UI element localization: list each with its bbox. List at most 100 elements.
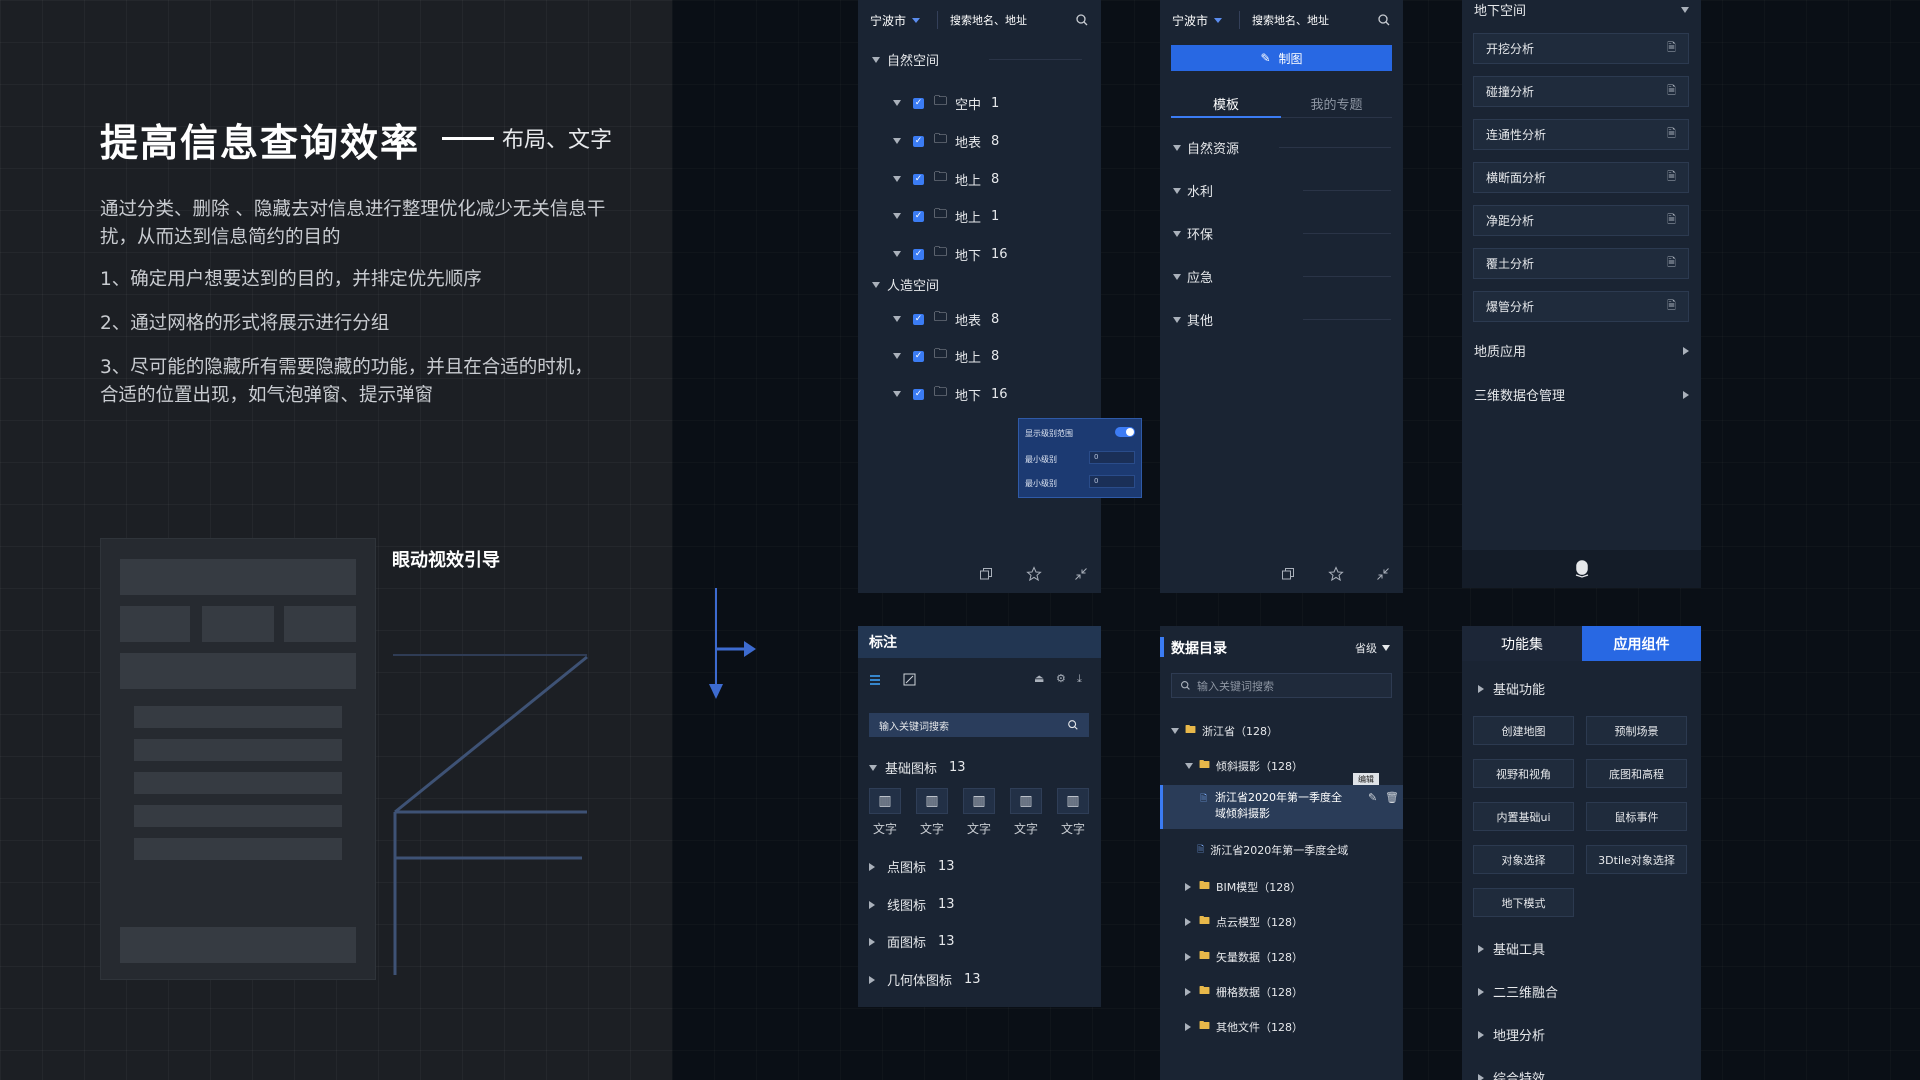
component-button[interactable]: 视野和视角 xyxy=(1473,759,1574,788)
city-selector[interactable]: 宁波市 xyxy=(870,11,938,29)
component-button[interactable]: 3Dtile对象选择 xyxy=(1586,845,1687,874)
search-icon[interactable] xyxy=(1075,13,1089,27)
checkbox[interactable]: ✓ xyxy=(913,248,924,260)
category-row[interactable]: 环保 xyxy=(1173,224,1391,243)
section-geology[interactable]: 地质应用 xyxy=(1474,341,1689,360)
checkbox[interactable]: ✓ xyxy=(913,210,924,222)
tree-item[interactable]: ✓ 🗀 地上 1 xyxy=(893,205,999,227)
category-row[interactable]: 自然资源 xyxy=(1173,138,1391,157)
tree-item[interactable]: ✓ 🗀 地上 8 xyxy=(893,345,999,367)
edit-icon[interactable] xyxy=(903,673,916,686)
max-level-input[interactable]: 0 xyxy=(1089,475,1135,488)
group-natural-space[interactable]: 自然空间 xyxy=(872,50,1082,69)
category-row[interactable]: 应急 xyxy=(1173,267,1391,286)
icon-cell[interactable]: ▥ 文字 xyxy=(916,788,948,837)
group-area-icons[interactable]: 面图标 13 xyxy=(869,932,955,951)
level-selector[interactable]: 省级 xyxy=(1355,640,1390,656)
checkbox[interactable]: ✓ xyxy=(913,350,924,362)
component-button[interactable]: 鼠标事件 xyxy=(1586,802,1687,831)
folder-row[interactable]: 🖿 栅格数据（128） xyxy=(1185,982,1303,1001)
group-artificial-space[interactable]: 人造空间 xyxy=(872,275,1082,294)
analysis-item[interactable]: 开挖分析 🗎 xyxy=(1473,33,1689,64)
category-row[interactable]: 其他 xyxy=(1173,310,1391,329)
tree-item[interactable]: ✓ 🗀 空中 1 xyxy=(893,92,999,114)
component-button[interactable]: 内置基础ui xyxy=(1473,802,1574,831)
section-basic-tools[interactable]: 基础工具 xyxy=(1478,939,1545,958)
tree-item[interactable]: ✓ 🗀 地表 8 xyxy=(893,130,999,152)
analysis-item[interactable]: 连通性分析 🗎 xyxy=(1473,119,1689,150)
analysis-item[interactable]: 爆管分析 🗎 xyxy=(1473,291,1689,322)
search-icon[interactable] xyxy=(1377,13,1391,27)
icon-cell[interactable]: ▥ 文字 xyxy=(1057,788,1089,837)
checkbox[interactable]: ✓ xyxy=(913,313,924,325)
folder-row[interactable]: 🖿 矢量数据（128） xyxy=(1185,947,1303,966)
folder-row[interactable]: 🖿 点云模型（128） xyxy=(1185,912,1303,931)
category-row[interactable]: 水利 xyxy=(1173,181,1391,200)
collapse-icon[interactable] xyxy=(1074,567,1088,581)
edit-icon[interactable]: ✎ xyxy=(1368,791,1377,804)
trash-icon[interactable]: 🗑 xyxy=(1385,791,1399,804)
list-icon[interactable] xyxy=(869,674,881,686)
component-button[interactable]: 底图和高程 xyxy=(1586,759,1687,788)
layers-icon[interactable]: ⏏ xyxy=(1034,672,1044,685)
copy-icon[interactable] xyxy=(1281,567,1295,581)
search-input[interactable]: 搜索地名、地址 xyxy=(938,12,1075,28)
copy-icon[interactable] xyxy=(979,567,993,581)
tree-node[interactable]: 🖿 倾斜摄影（128） xyxy=(1185,756,1303,775)
group-line-icons[interactable]: 线图标 13 xyxy=(869,895,955,914)
checkbox[interactable]: ✓ xyxy=(913,173,924,185)
settings-icon[interactable]: ⚙ xyxy=(1056,672,1066,685)
show-level-toggle[interactable] xyxy=(1115,427,1135,437)
tree-item[interactable]: ✓ 🗀 地表 8 xyxy=(893,308,999,330)
analysis-item[interactable]: 碰撞分析 🗎 xyxy=(1473,76,1689,107)
tree-item[interactable]: ✓ 🗀 地上 8 xyxy=(893,168,999,190)
component-button[interactable]: 对象选择 xyxy=(1473,845,1574,874)
search-icon[interactable] xyxy=(1067,719,1079,731)
checkbox[interactable]: ✓ xyxy=(913,135,924,147)
annotation-search[interactable]: 输入关键词搜索 xyxy=(869,713,1089,737)
section-basic-functions[interactable]: 基础功能 xyxy=(1478,679,1545,698)
tab-function-set[interactable]: 功能集 xyxy=(1462,626,1582,661)
min-level-input[interactable]: 0 xyxy=(1089,451,1135,464)
chevron-down-icon xyxy=(1171,727,1179,734)
search-input[interactable]: 搜索地名、地址 xyxy=(1240,12,1377,28)
folder-row[interactable]: 🖿 其他文件（128） xyxy=(1185,1017,1303,1036)
analysis-item[interactable]: 覆土分析 🗎 xyxy=(1473,248,1689,279)
analysis-item[interactable]: 净距分析 🗎 xyxy=(1473,205,1689,236)
component-button[interactable]: 地下模式 xyxy=(1473,888,1574,917)
section-effects[interactable]: 综合特效 xyxy=(1478,1068,1545,1080)
draw-button[interactable]: ✎ 制图 xyxy=(1171,45,1392,71)
group-basic-icons[interactable]: 基础图标 13 xyxy=(869,758,966,777)
item-count: 8 xyxy=(991,171,1000,187)
component-button[interactable]: 预制场景 xyxy=(1586,716,1687,745)
tab-app-components[interactable]: 应用组件 xyxy=(1582,626,1701,661)
file-row[interactable]: 🗎 浙江省2020年第一季度全域 xyxy=(1197,842,1348,858)
mouse-icon[interactable] xyxy=(1574,560,1590,578)
icon-cell[interactable]: ▥ 文字 xyxy=(1010,788,1042,837)
city-selector[interactable]: 宁波市 xyxy=(1172,11,1240,29)
star-icon[interactable] xyxy=(1328,566,1344,582)
group-point-icons[interactable]: 点图标 13 xyxy=(869,857,955,876)
section-2d-3d-fusion[interactable]: 二三维融合 xyxy=(1478,982,1558,1001)
collapse-icon[interactable] xyxy=(1376,567,1390,581)
folder-row[interactable]: 🖿 BIM模型（128） xyxy=(1185,877,1301,896)
download-icon[interactable]: ⤓ xyxy=(1077,672,1082,686)
tab-my-topics[interactable]: 我的专题 xyxy=(1281,94,1392,118)
section-geo-analysis[interactable]: 地理分析 xyxy=(1478,1025,1545,1044)
checkbox[interactable]: ✓ xyxy=(913,97,924,109)
icon-cell[interactable]: ▥ 文字 xyxy=(869,788,901,837)
group-geometry-icons[interactable]: 几何体图标 13 xyxy=(869,970,981,989)
icon-cell[interactable]: ▥ 文字 xyxy=(963,788,995,837)
catalog-search[interactable]: 输入关键词搜索 xyxy=(1171,673,1392,698)
star-icon[interactable] xyxy=(1026,566,1042,582)
analysis-item[interactable]: 横断面分析 🗎 xyxy=(1473,162,1689,193)
component-button[interactable]: 创建地图 xyxy=(1473,716,1574,745)
selected-file-row[interactable]: 🗎 浙江省2020年第一季度全域倾斜摄影 ✎ 🗑 xyxy=(1160,785,1403,829)
tab-template[interactable]: 模板 xyxy=(1171,94,1281,118)
tree-root[interactable]: 🖿 浙江省（128） xyxy=(1171,721,1278,740)
tree-item[interactable]: ✓ 🗀 地下 16 xyxy=(893,243,1008,265)
checkbox[interactable]: ✓ xyxy=(913,388,924,400)
underground-header[interactable]: 地下空间 xyxy=(1474,0,1689,19)
tree-item[interactable]: ✓ 🗀 地下 16 xyxy=(893,383,1008,405)
section-3d-warehouse[interactable]: 三维数据仓管理 xyxy=(1474,385,1689,404)
